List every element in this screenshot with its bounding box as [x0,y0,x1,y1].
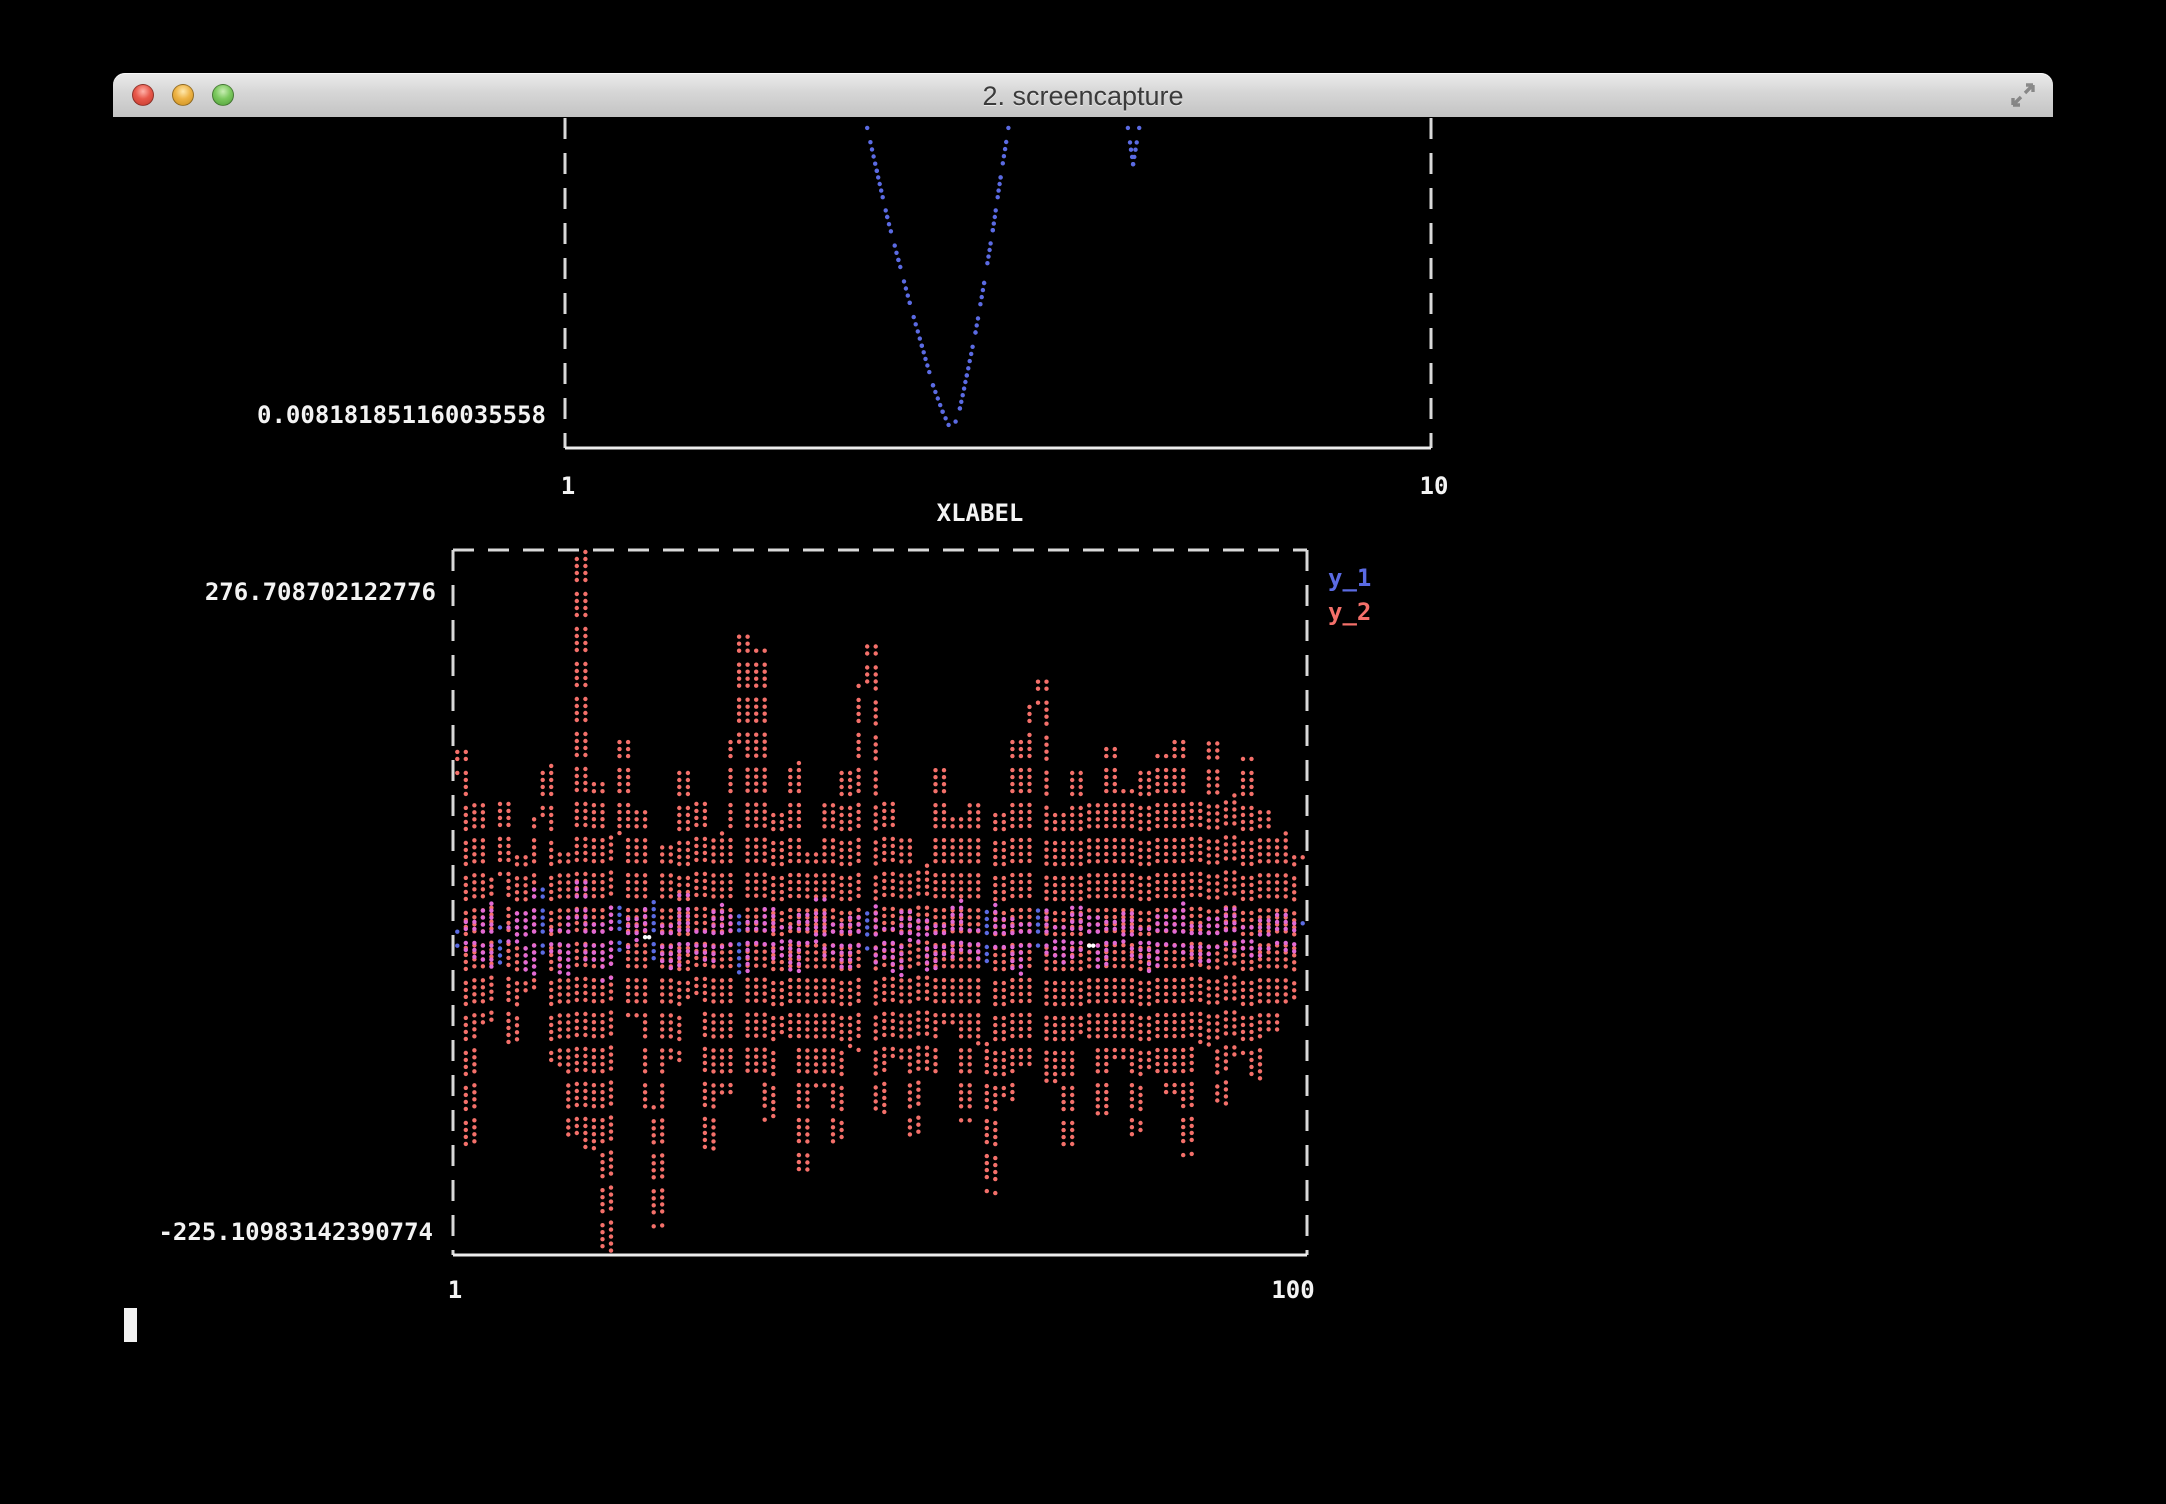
topfig-series-dots [865,126,1141,427]
botfig-ymin-label: -225.10983142390774 [158,1215,433,1249]
plots-canvas [0,0,2166,1504]
topfig-xlabel: XLABEL [937,496,1024,530]
terminal-cursor [124,1308,137,1342]
topfig-ymin-label: 0.008181851160035558 [257,398,546,432]
topfig-xtick-left: 1 [561,469,575,503]
topfig-xtick-right: 10 [1420,469,1449,503]
botfig-ymax-label: 276.708702122776 [205,575,436,609]
botfig-xtick-right: 100 [1271,1273,1314,1307]
legend-item-y2: y_2 [1328,595,1371,629]
legend-item-y1: y_1 [1328,561,1371,595]
botfig-xtick-left: 1 [448,1273,462,1307]
desktop: { "window": { "title": "2. screencapture… [0,0,2166,1504]
botfig-series-dots [455,550,1305,1253]
